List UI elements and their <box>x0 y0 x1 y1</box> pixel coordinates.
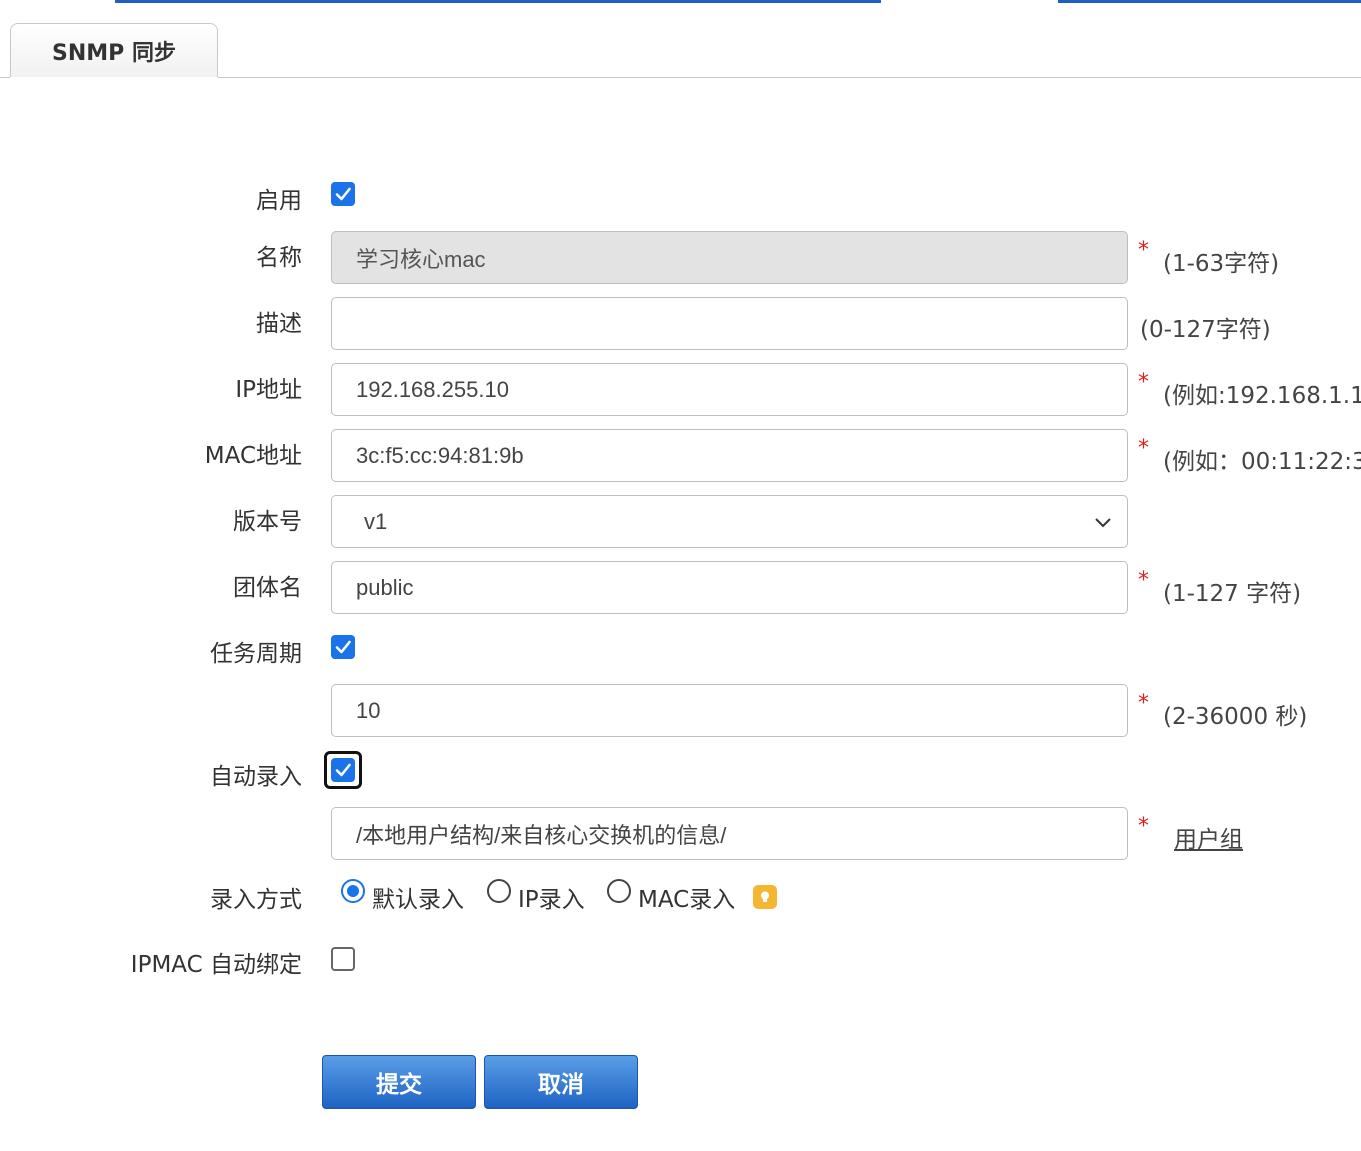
required-mark: * <box>1138 370 1149 395</box>
community-input[interactable]: public <box>331 561 1128 614</box>
required-mark: * <box>1138 568 1149 593</box>
radio-ip-entry-label: IP录入 <box>518 887 585 913</box>
enable-checkbox[interactable] <box>331 182 355 206</box>
community-label: 团体名 <box>233 575 302 601</box>
check-icon <box>335 187 351 201</box>
help-tip-icon[interactable] <box>753 885 777 909</box>
radio-ip-entry[interactable] <box>487 879 511 903</box>
ip-hint: (例如:192.168.1.1, <box>1163 383 1361 409</box>
required-mark: * <box>1138 436 1149 461</box>
version-label: 版本号 <box>233 509 302 535</box>
radio-default-entry-label: 默认录入 <box>372 887 464 913</box>
auto-entry-checkbox[interactable] <box>331 758 355 782</box>
name-hint: (1-63字符) <box>1163 251 1280 277</box>
task-period-checkbox[interactable] <box>331 635 355 659</box>
user-group-link[interactable]: 用户组 <box>1174 820 1243 854</box>
entry-method-label: 录入方式 <box>210 887 302 913</box>
top-accent-bar-right <box>1058 0 1361 3</box>
task-period-hint: (2-36000 秒) <box>1163 704 1308 730</box>
community-hint: (1-127 字符) <box>1163 581 1302 607</box>
submit-button[interactable]: 提交 <box>322 1055 476 1109</box>
tab-divider-left <box>0 77 10 78</box>
version-select-value: v1 <box>364 508 388 534</box>
radio-mac-entry-label: MAC录入 <box>638 887 736 913</box>
top-accent-bar <box>115 0 881 3</box>
ipmac-bind-checkbox[interactable] <box>331 947 355 971</box>
chevron-down-icon <box>1095 518 1111 528</box>
ip-input[interactable]: 192.168.255.10 <box>331 363 1128 416</box>
required-mark: * <box>1138 238 1149 263</box>
version-select[interactable]: v1 <box>331 495 1128 548</box>
tab-snmp-sync[interactable]: SNMP 同步 <box>10 23 218 77</box>
enable-label: 启用 <box>256 188 302 214</box>
ip-label: IP地址 <box>235 377 302 403</box>
check-icon <box>335 763 351 777</box>
mac-label: MAC地址 <box>204 443 302 469</box>
description-label: 描述 <box>256 311 302 337</box>
task-period-input[interactable]: 10 <box>331 684 1128 737</box>
name-input[interactable]: 学习核心mac <box>331 231 1128 284</box>
ipmac-bind-label: IPMAC 自动绑定 <box>130 952 302 978</box>
user-group-input[interactable]: /本地用户结构/来自核心交换机的信息/ <box>331 807 1128 860</box>
description-hint: (0-127字符) <box>1140 317 1271 343</box>
required-mark: * <box>1138 814 1149 839</box>
cancel-button[interactable]: 取消 <box>484 1055 638 1109</box>
radio-mac-entry[interactable] <box>607 879 631 903</box>
description-input[interactable] <box>331 297 1128 350</box>
mac-input[interactable]: 3c:f5:cc:94:81:9b <box>331 429 1128 482</box>
required-mark: * <box>1138 691 1149 716</box>
tab-divider <box>218 77 1361 78</box>
lightbulb-icon <box>761 891 769 902</box>
name-label: 名称 <box>256 245 302 271</box>
auto-entry-label: 自动录入 <box>210 764 302 790</box>
task-period-label: 任务周期 <box>210 641 302 667</box>
radio-default-entry[interactable] <box>341 879 365 903</box>
mac-hint: (例如：00:11:22:3 <box>1163 449 1361 475</box>
check-icon <box>335 640 351 654</box>
